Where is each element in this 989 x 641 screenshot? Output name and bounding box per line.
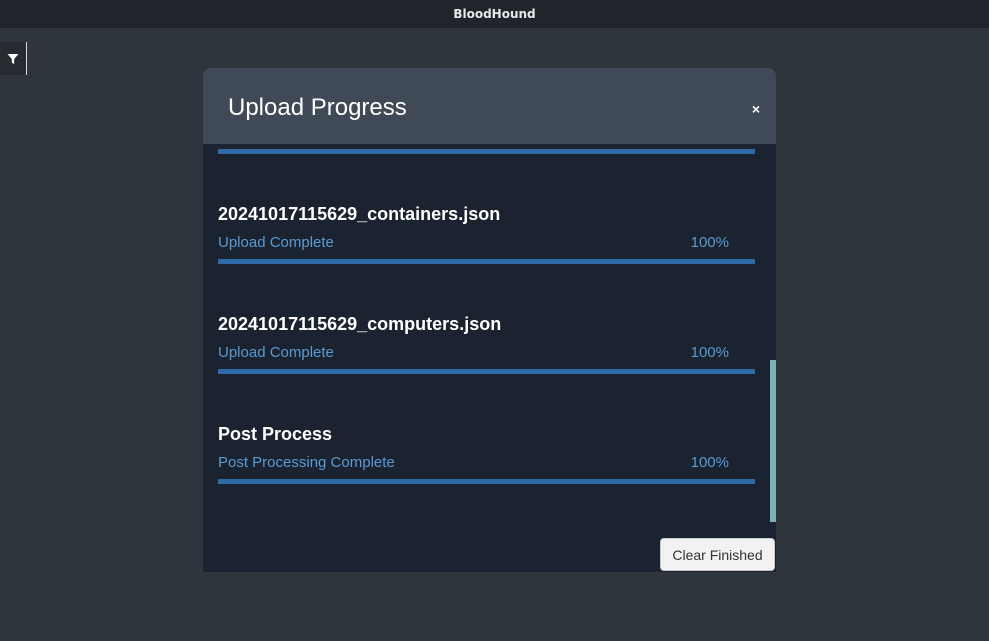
upload-status: Upload Complete [218, 234, 334, 251]
filter-button[interactable] [0, 42, 27, 75]
upload-file-name: Post Process [218, 424, 333, 444]
filter-icon [7, 53, 19, 64]
upload-percent: 100% [690, 454, 729, 471]
upload-file-name: 20241017115629_containers.json [218, 204, 501, 224]
upload-progress-modal: Upload Progress × 20241017115629_contain… [203, 68, 776, 572]
progress-bar [218, 259, 755, 264]
upload-status: Post Processing Complete [218, 454, 395, 471]
upload-percent: 100% [690, 234, 729, 251]
clear-finished-button[interactable]: Clear Finished [660, 538, 775, 571]
upload-percent: 100% [690, 344, 729, 361]
progress-fill [218, 479, 755, 484]
progress-fill [218, 369, 755, 374]
progress-bar [218, 149, 755, 154]
upload-file-name: 20241017115629_computers.json [218, 314, 502, 334]
progress-bar [218, 479, 755, 484]
upload-status: Upload Complete [218, 344, 334, 361]
modal-header: Upload Progress × [203, 68, 776, 144]
window-titlebar: BloodHound [0, 0, 989, 28]
modal-title: Upload Progress [228, 94, 407, 121]
progress-bar [218, 369, 755, 374]
progress-fill [218, 259, 755, 264]
window-title: BloodHound [453, 7, 536, 21]
scrollbar-thumb[interactable] [770, 360, 776, 522]
close-button[interactable]: × [752, 101, 760, 117]
progress-fill [218, 149, 755, 154]
upload-list[interactable]: 20241017115629_containers.json Upload Co… [203, 144, 776, 572]
